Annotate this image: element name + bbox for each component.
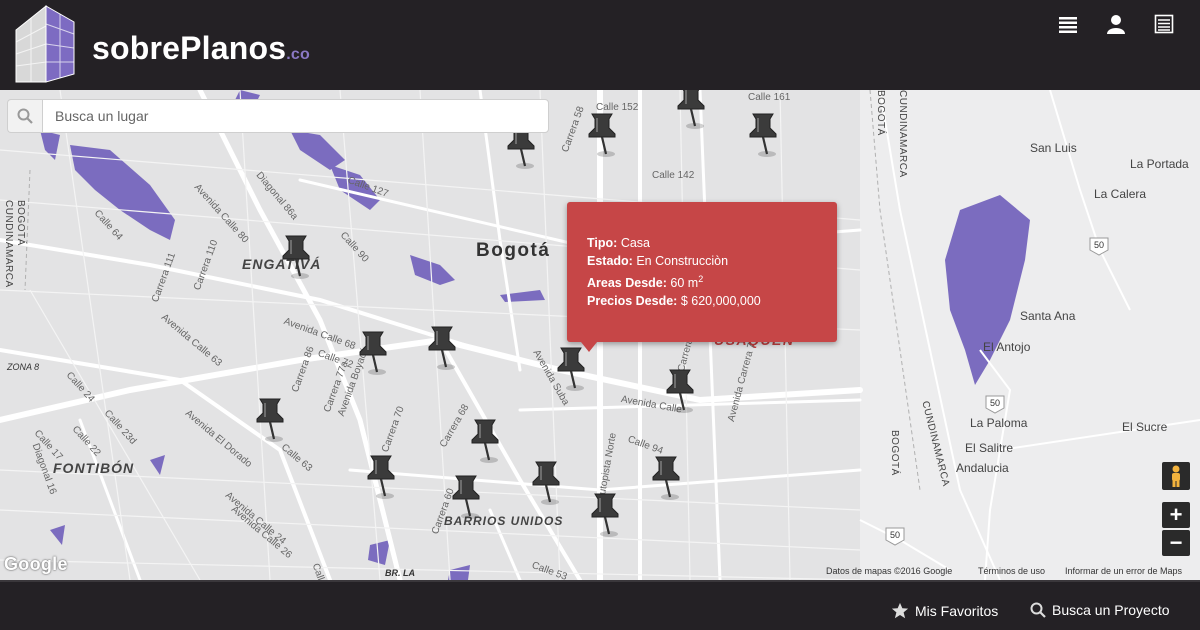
boundary-label-bogota-right2: BOGOTÁ [889, 430, 900, 476]
town-label-el-salitre: El Salitre [965, 441, 1014, 455]
popup-value: $ 620,000,000 [680, 294, 761, 309]
list-icon[interactable] [1058, 14, 1078, 34]
pegman-icon [1172, 465, 1180, 487]
street-label: Calle 161 [748, 92, 791, 103]
favorites-label: Mis Favoritos [915, 603, 999, 619]
terms-link[interactable]: Términos de uso [978, 566, 1045, 576]
brand-name: sobrePlanos.co [92, 30, 310, 66]
town-label-el-sucre: El Sucre [1122, 420, 1168, 434]
top-bar: sobrePlanos.co [0, 0, 1200, 90]
popup-label: Precios Desde: [587, 294, 678, 309]
popup-row-areas: Areas Desde: 60 m2 [587, 270, 817, 292]
boundary-label-bogota-left: BOGOTÁ [15, 200, 26, 246]
zoom-in-button[interactable]: + [1162, 502, 1190, 528]
search-button[interactable] [7, 99, 42, 133]
zone-label-8: ZONA 8 [7, 362, 40, 372]
report-error-link[interactable]: Informar de un error de Maps [1065, 566, 1182, 576]
user-icon[interactable] [1106, 14, 1126, 34]
boundary-label-bogota-right: BOGOTÁ [875, 90, 886, 136]
property-pin[interactable] [446, 472, 486, 520]
route-label-50c: 50 [890, 530, 901, 540]
property-pin[interactable] [422, 323, 462, 371]
property-pin[interactable] [465, 416, 505, 464]
property-pin[interactable] [671, 90, 711, 130]
property-pin[interactable] [646, 453, 686, 501]
route-label-50a: 50 [1094, 240, 1105, 250]
popup-label: Tipo: [587, 236, 618, 250]
grid-icon[interactable] [1154, 14, 1174, 34]
property-pin[interactable] [526, 458, 566, 506]
town-label-andalucia: Andalucia [956, 461, 1009, 475]
popup-unit-sup: 2 [698, 274, 704, 284]
favorites-link[interactable]: Mis Favoritos [891, 602, 998, 620]
search-icon [17, 108, 33, 124]
property-pin[interactable] [743, 110, 783, 158]
attribution-text: Datos de mapas ©2016 Google [826, 566, 953, 576]
property-pin[interactable] [582, 110, 622, 158]
popup-row-precios: Precios Desde: $ 620,000,000 [587, 292, 817, 310]
property-pin[interactable] [585, 490, 625, 538]
district-label-fontibon: FONTIBÓN [53, 460, 135, 476]
building-logo-icon [15, 4, 75, 83]
brand-logo[interactable]: sobrePlanos.co [12, 4, 342, 84]
bottom-bar: Mis Favoritos Busca un Proyecto [0, 580, 1200, 630]
popup-row-tipo: Tipo: Casa [587, 234, 817, 252]
town-label-la-paloma: La Paloma [970, 416, 1028, 430]
town-label-san-luis: San Luis [1030, 141, 1077, 155]
find-project-link[interactable]: Busca un Proyecto [1030, 602, 1170, 618]
zoom-out-button[interactable]: − [1162, 530, 1190, 556]
property-pin[interactable] [660, 366, 700, 414]
town-label-santa-ana: Santa Ana [1020, 309, 1076, 323]
popup-value: 60 m [670, 276, 699, 291]
street-view-pegman[interactable] [1162, 462, 1190, 490]
city-label-bogota: Bogotá [476, 240, 551, 261]
route-label-50b: 50 [990, 398, 1001, 408]
property-pin[interactable] [361, 452, 401, 500]
property-pin[interactable] [250, 395, 290, 443]
popup-tail [581, 342, 597, 352]
find-project-label: Busca un Proyecto [1052, 602, 1170, 618]
town-label-el-antojo: El Antojo [983, 340, 1031, 354]
popup-value: En Construcciòn [636, 254, 729, 268]
search-bar [7, 99, 549, 133]
search-input[interactable] [42, 99, 549, 133]
town-label-la-portada: La Portada [1130, 157, 1189, 171]
boundary-label-cundinamarca-left: CUNDINAMARCA [3, 200, 14, 288]
popup-label: Areas Desde: [587, 276, 667, 291]
search-icon [1030, 602, 1046, 618]
google-logo[interactable]: Google [4, 554, 68, 575]
popup-value: Casa [620, 236, 650, 250]
town-label-la-calera: La Calera [1094, 187, 1147, 201]
header-actions [1058, 14, 1174, 34]
popup-row-estado: Estado: En Construcciòn [587, 252, 817, 270]
popup-label: Estado: [587, 254, 633, 268]
property-pin[interactable] [353, 328, 393, 376]
star-icon [891, 602, 909, 619]
property-info-popup[interactable]: Tipo: Casa Estado: En Construcciòn Areas… [567, 202, 837, 352]
property-pin[interactable] [276, 232, 316, 280]
street-label: Calle 142 [652, 170, 695, 181]
boundary-label-cundinamarca-right: CUNDINAMARCA [897, 90, 908, 178]
place-label-br-la: BR. LA [385, 568, 415, 578]
brand-tld: .co [286, 46, 310, 63]
